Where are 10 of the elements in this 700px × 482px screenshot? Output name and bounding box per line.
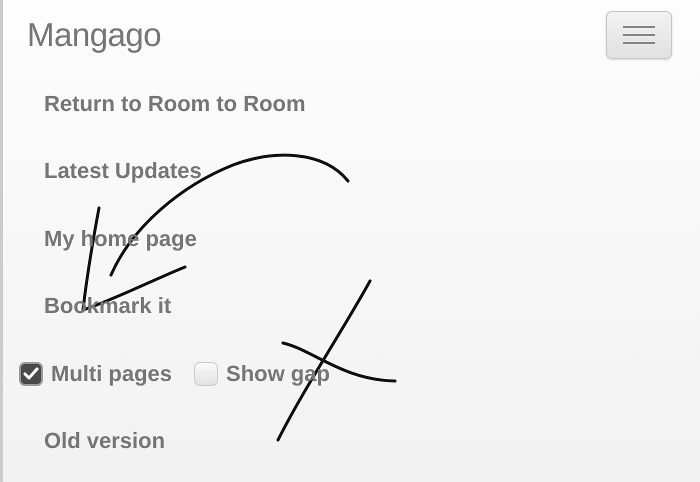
checkbox[interactable] [19,362,43,386]
menu-link[interactable]: Return to Room to Room [44,90,306,117]
menu-button[interactable] [606,11,672,59]
checkbox[interactable] [194,362,218,386]
checkbox-label: Multi pages [51,360,172,388]
checkmark-icon [23,366,39,381]
menu-icon [623,25,655,45]
old-version-link[interactable]: Old version [44,428,166,454]
brand-link[interactable]: Mangago [27,10,162,60]
menu-link[interactable]: Latest Updates [44,158,202,184]
